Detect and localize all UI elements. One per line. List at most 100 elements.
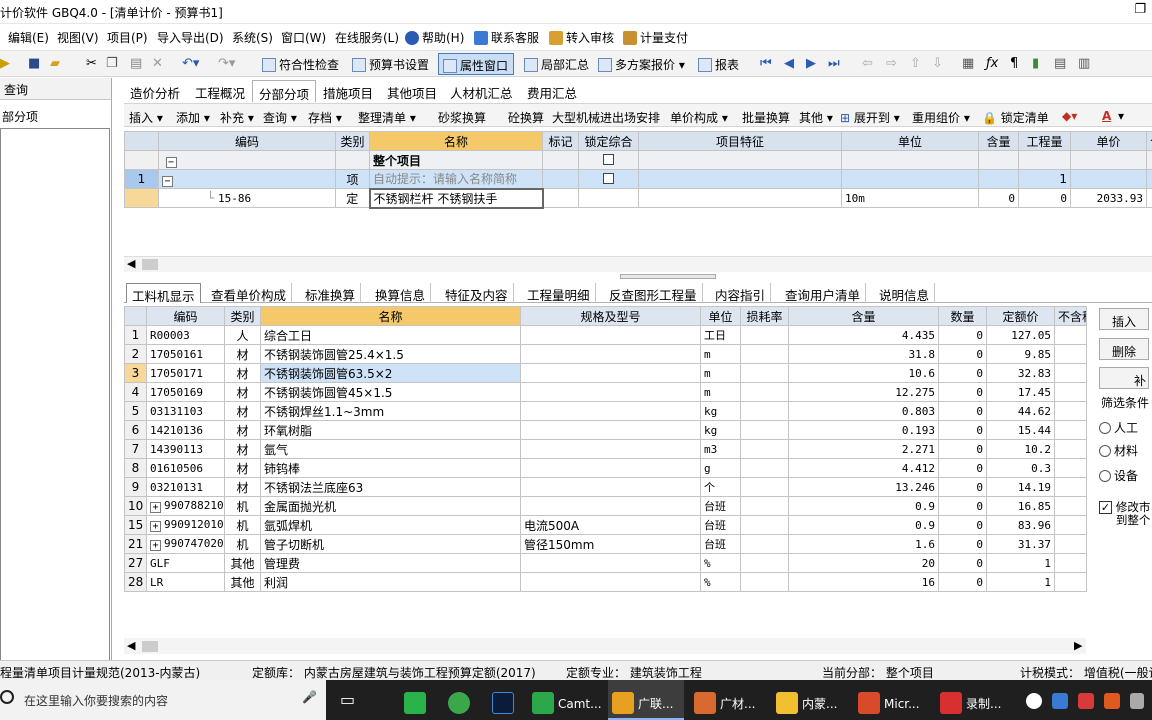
taskbar-app-360[interactable]	[448, 680, 474, 720]
menu-project[interactable]: 项目(P)	[107, 29, 148, 46]
insert-resource-button[interactable]: 插入	[1099, 308, 1149, 330]
col-spec[interactable]: 规格及型号	[520, 306, 701, 326]
table-row[interactable]: 6 14210136 材环氧树脂 kg 0.193 0 15.44	[124, 420, 1087, 440]
col-loss-rate[interactable]: 损耗率	[740, 306, 789, 326]
table-row[interactable]: 1 − 项 自动提示：请输入名称简称 1	[124, 169, 1152, 189]
taskbar-app-glodon[interactable]: 广联...	[608, 680, 684, 720]
menu-online-service[interactable]: 在线服务(L)	[335, 29, 399, 46]
col-price[interactable]: 单价	[1070, 131, 1147, 151]
row-name[interactable]: 不锈钢装饰圆管63.5×2	[260, 363, 521, 383]
query-button[interactable]: 查询 ▾	[263, 109, 297, 126]
row-name[interactable]: 管子切断机	[260, 534, 521, 554]
concrete-conversion-button[interactable]: 砼换算	[508, 109, 544, 126]
property-window-button[interactable]: 属性窗口	[438, 53, 514, 75]
supplement-button[interactable]: 补充 ▾	[220, 109, 254, 126]
conformity-check-button[interactable]: 符合性检查	[262, 56, 339, 73]
row-name[interactable]: 铈钨棒	[260, 458, 521, 478]
tab-unit-price-composition[interactable]: 查看单价构成	[206, 283, 293, 303]
paragraph-icon[interactable]: ¶	[1010, 56, 1018, 72]
taskbar-app-recorder[interactable]: 录制...	[936, 680, 1012, 720]
organize-list-button[interactable]: 整理清单 ▾	[358, 109, 416, 126]
table-row[interactable]: 2 17050161 材不锈钢装饰圆管25.4×1.5 m 31.8 0 9.85	[124, 344, 1087, 364]
cut-icon[interactable]: ✂	[86, 56, 97, 72]
partial-summary-button[interactable]: 局部汇总	[524, 56, 589, 73]
tab-labor-material-display[interactable]: 工料机显示	[126, 283, 201, 304]
taskbar-app-material[interactable]: 广材...	[690, 680, 766, 720]
taskbar-search-box[interactable]: 在这里输入你要搜索的内容 🎤	[0, 680, 326, 720]
scroll-thumb[interactable]	[142, 641, 158, 652]
expand-icon[interactable]: +	[150, 502, 161, 513]
table-row[interactable]: 15 +990912010 机氩弧焊机 电流500A 台班 0.9 0 83.96	[124, 515, 1087, 535]
formula-icon[interactable]: ƒx	[986, 56, 998, 72]
row-name[interactable]: 氩气	[260, 439, 521, 459]
col-name[interactable]: 名称	[260, 306, 521, 326]
row-name[interactable]: 金属面抛光机	[260, 496, 521, 516]
tree-item-sections[interactable]: 部分项	[0, 108, 38, 125]
col-unit[interactable]: 单位	[841, 131, 979, 151]
mortar-conversion-button[interactable]: 砂浆换算	[438, 109, 486, 126]
filter-labor-radio[interactable]: 人工	[1099, 419, 1138, 436]
page-settings-icon[interactable]: ▤	[1054, 56, 1066, 72]
unit-price-composition-button[interactable]: 单价构成 ▾	[670, 109, 728, 126]
menu-import-export[interactable]: 导入导出(D)	[157, 29, 224, 46]
row-code[interactable]: 15-86	[218, 192, 251, 205]
section-tree[interactable]	[0, 128, 110, 668]
batch-conversion-button[interactable]: 批量换算	[742, 109, 790, 126]
previous-record-icon[interactable]: ◀	[784, 56, 794, 72]
tab-measures[interactable]: 措施项目	[317, 80, 379, 102]
calculator-icon[interactable]: ▦	[962, 56, 974, 72]
menu-system[interactable]: 系统(S)	[232, 29, 273, 46]
lock-checkbox[interactable]	[603, 173, 614, 184]
redo-icon[interactable]: ↷▾	[218, 56, 235, 72]
table-row[interactable]: 27 GLF 其他 管理费% 20 0 1	[124, 553, 1087, 573]
tab-standard-conversion[interactable]: 标准换算	[300, 283, 362, 303]
insert-button[interactable]: 插入 ▾	[129, 109, 163, 126]
table-row[interactable]: − 整个项目	[124, 150, 1152, 170]
row-name[interactable]: 不锈钢装饰圆管25.4×1.5	[260, 344, 521, 364]
restore-window-icon[interactable]: ❐	[1134, 2, 1146, 17]
col-mark[interactable]: 标记	[542, 131, 579, 151]
tab-user-list-query[interactable]: 查询用户清单	[780, 283, 867, 303]
row-name[interactable]: 利润	[260, 572, 521, 592]
budget-settings-button[interactable]: 预算书设置	[352, 56, 429, 73]
scroll-right-icon[interactable]: ▶	[1074, 639, 1082, 652]
table-row[interactable]: 8 01610506 材铈钨棒 g 4.412 0 0.3	[124, 458, 1087, 478]
document-icon[interactable]: ▥	[1078, 56, 1090, 72]
col-feature[interactable]: 项目特征	[638, 131, 842, 151]
last-record-icon[interactable]: ⏭	[828, 56, 840, 72]
row-name[interactable]: 不锈钢法兰底座63	[260, 477, 521, 497]
large-machinery-button[interactable]: 大型机械进出场安排	[552, 109, 660, 126]
tab-description-info[interactable]: 说明信息	[874, 283, 936, 303]
undo-icon[interactable]: ↶▾	[182, 56, 199, 72]
taskbar-app-play[interactable]	[404, 680, 430, 720]
microphone-icon[interactable]: 🎤	[302, 690, 317, 704]
filter-material-radio[interactable]: 材料	[1099, 442, 1138, 459]
row-name[interactable]: 整个项目	[369, 150, 543, 170]
tray-app-icon[interactable]	[1100, 680, 1124, 720]
upper-horizontal-scrollbar[interactable]: ◀	[124, 256, 1152, 272]
tab-features-content[interactable]: 特征及内容	[440, 283, 514, 303]
scroll-left-icon[interactable]: ◀	[127, 639, 135, 652]
row-name[interactable]: 不锈钢装饰圆管45×1.5	[260, 382, 521, 402]
table-row[interactable]: 9 03210131 材不锈钢法兰底座63 个 13.246 0 14.19	[124, 477, 1087, 497]
row-name[interactable]: 综合工日	[260, 325, 521, 345]
col-excl-tax[interactable]: 不含税	[1054, 306, 1087, 326]
taskbar-app-photoshop[interactable]	[492, 680, 518, 720]
col-content[interactable]: 含量	[788, 306, 939, 326]
font-color-icon[interactable]: A	[1102, 109, 1111, 123]
tab-cost-analysis[interactable]: 造价分析	[124, 80, 186, 102]
lower-horizontal-scrollbar[interactable]: ◀ ▶	[124, 638, 1086, 654]
other-button[interactable]: 其他 ▾	[799, 109, 833, 126]
expand-to-button[interactable]: ⊞ 展开到 ▾	[840, 109, 900, 126]
col-content[interactable]: 含量	[978, 131, 1019, 151]
task-view-icon[interactable]: ▭	[340, 680, 355, 720]
collapse-icon[interactable]: −	[165, 156, 177, 168]
paste-icon[interactable]: ▤	[130, 56, 142, 72]
menu-to-review[interactable]: 转入审核	[549, 29, 614, 46]
col-quota-price[interactable]: 定额价	[986, 306, 1055, 326]
table-row[interactable]: 7 14390113 材氩气 m3 2.271 0 10.2	[124, 439, 1087, 459]
collapse-icon[interactable]: −	[162, 175, 173, 187]
scroll-thumb[interactable]	[142, 259, 158, 270]
menu-help[interactable]: 帮助(H)	[405, 29, 464, 46]
first-record-icon[interactable]: ⏮	[760, 56, 772, 72]
